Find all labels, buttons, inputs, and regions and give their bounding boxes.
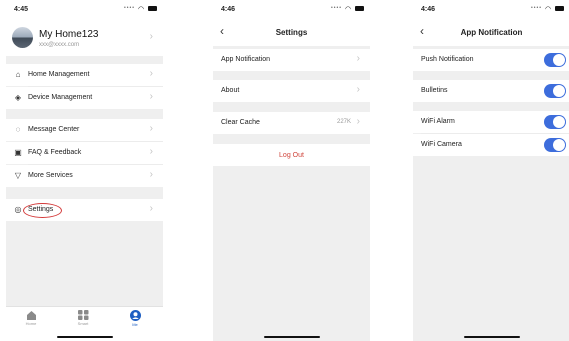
toggle-row-wifi-alarm: WiFi Alarm <box>413 111 569 133</box>
menu-item-device-management[interactable]: ◈ Device Management › <box>6 87 163 109</box>
page-title: App Notification <box>460 28 523 37</box>
tab-label: Home <box>25 321 37 326</box>
menu-item-message-center[interactable]: ◌ Message Center › <box>6 119 163 141</box>
chat-icon: ◌ <box>15 125 21 134</box>
note-icon: ▣ <box>14 148 22 157</box>
settings-item-label: About <box>221 87 240 94</box>
chevron-right-icon: › <box>356 84 360 95</box>
profile-name: My Home123 <box>39 29 99 40</box>
cache-size: 227K <box>336 119 351 125</box>
home-indicator <box>56 336 113 338</box>
chevron-right-icon: › <box>356 53 360 64</box>
settings-item-label: App Notification <box>221 56 271 63</box>
chevron-right-icon: › <box>149 31 153 42</box>
chevron-right-icon: › <box>356 116 360 127</box>
chevron-right-icon: › <box>149 203 153 214</box>
house-icon <box>26 311 36 320</box>
menu-item-label: Message Center <box>28 126 80 133</box>
logout-button[interactable]: Log Out <box>213 144 370 166</box>
page-title: Settings <box>275 28 308 37</box>
toggle-label: WiFi Camera <box>421 141 462 148</box>
highlight-circle <box>23 203 62 218</box>
menu-item-more-services[interactable]: ▽ More Services › <box>6 165 163 187</box>
signal-icon: •••• <box>530 5 542 11</box>
avatar <box>12 27 33 48</box>
settings-item-app-notification[interactable]: App Notification › <box>213 49 370 71</box>
menu-item-label: FAQ & Feedback <box>28 149 82 156</box>
tab-home[interactable]: Home <box>16 310 46 326</box>
toggle-row-wifi-camera: WiFi Camera <box>413 134 569 156</box>
battery-icon <box>555 6 564 11</box>
home-indicator <box>463 336 520 338</box>
chevron-right-icon: › <box>149 123 153 134</box>
tab-bar: Home Smart Me <box>6 306 163 341</box>
signal-icon: •••• <box>123 5 135 11</box>
logout-label: Log Out <box>279 152 304 159</box>
menu-item-label: More Services <box>28 172 73 179</box>
tab-me[interactable]: Me <box>120 310 150 327</box>
settings-item-label: Clear Cache <box>221 119 260 126</box>
status-bar: 4:45 •••• ◠ <box>6 0 163 20</box>
chevron-right-icon: › <box>149 169 153 180</box>
toggle-row-bulletins: Bulletins <box>413 80 569 102</box>
profile-card[interactable]: My Home123 xxx@xxxx.com › <box>6 20 163 56</box>
bulletins-toggle[interactable] <box>544 84 566 98</box>
nav-bar: ‹ Settings <box>213 20 370 46</box>
chevron-right-icon: › <box>149 68 153 79</box>
menu-item-label: Device Management <box>28 94 93 101</box>
wifi-camera-toggle[interactable] <box>544 138 566 152</box>
menu-item-faq-feedback[interactable]: ▣ FAQ & Feedback › <box>6 142 163 164</box>
status-icons: •••• ◠ <box>331 5 364 13</box>
status-bar: 4:46 •••• ◠ <box>413 0 569 20</box>
status-time: 4:46 <box>421 6 436 13</box>
menu-item-label: Home Management <box>28 71 90 78</box>
tab-label: Smart <box>77 321 89 326</box>
wifi-icon: ◠ <box>137 6 146 13</box>
wifi-icon: ◠ <box>344 6 353 13</box>
gear-icon: ◎ <box>14 205 22 214</box>
status-icons: •••• ◠ <box>531 5 564 13</box>
toggle-row-push-notification: Push Notification <box>413 49 569 71</box>
tab-label: Me <box>132 322 138 327</box>
toggle-label: Push Notification <box>421 56 474 63</box>
push-notification-toggle[interactable] <box>544 53 566 67</box>
shield-icon: ▽ <box>14 171 22 180</box>
status-time: 4:45 <box>14 6 29 13</box>
battery-icon <box>148 6 157 11</box>
layers-icon: ◈ <box>14 93 22 102</box>
settings-screen: 4:46 •••• ◠ ‹ Settings App Notification … <box>213 0 370 341</box>
toggle-label: Bulletins <box>421 87 448 94</box>
status-icons: •••• ◠ <box>124 5 157 13</box>
home-indicator <box>263 336 320 338</box>
grid-icon <box>77 310 88 320</box>
user-icon <box>129 310 141 321</box>
toggle-label: WiFi Alarm <box>421 118 455 125</box>
settings-item-about[interactable]: About › <box>213 80 370 102</box>
wifi-alarm-toggle[interactable] <box>544 115 566 129</box>
chevron-right-icon: › <box>149 91 153 102</box>
settings-item-clear-cache[interactable]: Clear Cache 227K › <box>213 112 370 134</box>
house-icon: ⌂ <box>15 70 21 79</box>
profile-email: xxx@xxxx.com <box>39 42 80 48</box>
menu-item-settings[interactable]: ◎ Settings › <box>6 199 163 221</box>
status-time: 4:46 <box>221 6 236 13</box>
signal-icon: •••• <box>330 5 342 11</box>
me-screen: 4:45 •••• ◠ My Home123 xxx@xxxx.com › ⌂ … <box>6 0 163 341</box>
tab-smart[interactable]: Smart <box>68 310 98 326</box>
wifi-icon: ◠ <box>544 6 553 13</box>
battery-icon <box>355 6 364 11</box>
chevron-right-icon: › <box>149 146 153 157</box>
status-bar: 4:46 •••• ◠ <box>213 0 370 20</box>
app-notification-screen: 4:46 •••• ◠ ‹ App Notification Push Noti… <box>413 0 569 341</box>
menu-item-home-management[interactable]: ⌂ Home Management › <box>6 64 163 86</box>
nav-bar: ‹ App Notification <box>413 20 569 46</box>
